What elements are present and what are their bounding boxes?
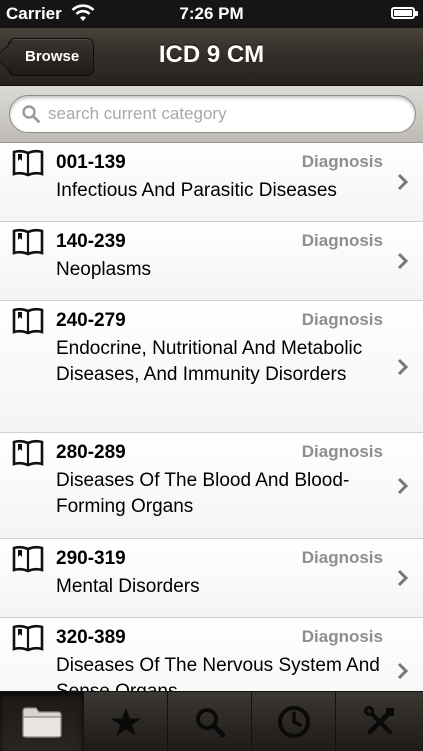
book-icon [12,149,44,177]
tab-favorites[interactable] [84,692,168,751]
item-category: Diagnosis [301,548,383,567]
list-item[interactable]: 140-239 Diagnosis Neoplasms [0,222,423,301]
search-field[interactable] [9,95,416,133]
item-category: Diagnosis [301,627,383,646]
chevron-right-icon [397,358,409,376]
book-icon [12,439,44,467]
search-input[interactable] [48,104,378,124]
list-item[interactable]: 290-319 Diagnosis Mental Disorders [0,539,423,618]
book-icon [12,624,44,652]
search-bar [0,86,423,143]
search-icon [195,707,225,737]
item-title: Mental Disorders [56,576,200,597]
item-title: Diseases Of The Blood And Blood-Forming … [56,470,350,517]
item-title: Diseases Of The Nervous System And Sense… [56,655,380,691]
item-code: 280-289 [56,442,126,463]
item-code: 240-279 [56,310,126,331]
chevron-right-icon [397,662,409,680]
chevron-right-icon [397,477,409,495]
tab-tools[interactable] [336,692,423,751]
tab-folder[interactable] [0,692,84,751]
search-icon [22,105,40,123]
chevron-right-icon [397,173,409,191]
tools-icon [363,705,394,734]
category-list: 001-139 Diagnosis Infectious And Parasit… [0,143,423,691]
item-code: 320-389 [56,627,126,648]
book-icon [12,228,44,256]
item-title: Infectious And Parasitic Diseases [56,180,337,201]
folder-icon [21,706,62,738]
clock-icon [277,705,310,738]
list-item[interactable]: 280-289 Diagnosis Diseases Of The Blood … [0,433,423,539]
item-category: Diagnosis [301,231,383,250]
book-icon [12,545,44,573]
item-title: Endocrine, Nutritional And Metabolic Dis… [56,338,363,385]
item-code: 290-319 [56,548,126,569]
list-item[interactable]: 320-389 Diagnosis Diseases Of The Nervou… [0,618,423,691]
item-category: Diagnosis [301,442,383,461]
page-title: ICD 9 CM [158,41,265,68]
book-icon [12,307,44,335]
tab-search[interactable] [168,692,252,751]
item-title: Neoplasms [56,259,152,280]
battery-icon [391,7,418,19]
item-category: Diagnosis [301,310,383,329]
list-item[interactable]: 240-279 Diagnosis Endocrine, Nutritional… [0,301,423,433]
chevron-right-icon [397,252,409,270]
list-item[interactable]: 001-139 Diagnosis Infectious And Parasit… [0,143,423,222]
chevron-right-icon [397,569,409,587]
tab-bar [0,691,423,751]
tab-history[interactable] [252,692,336,751]
item-category: Diagnosis [301,152,383,171]
item-code: 001-139 [56,152,126,173]
status-time: 7:26 PM [179,4,244,23]
status-bar: Carrier 7:26 PM [0,0,423,28]
item-code: 140-239 [56,231,126,252]
star-icon [110,707,141,736]
navigation-bar: Browse ICD 9 CM [0,28,423,86]
